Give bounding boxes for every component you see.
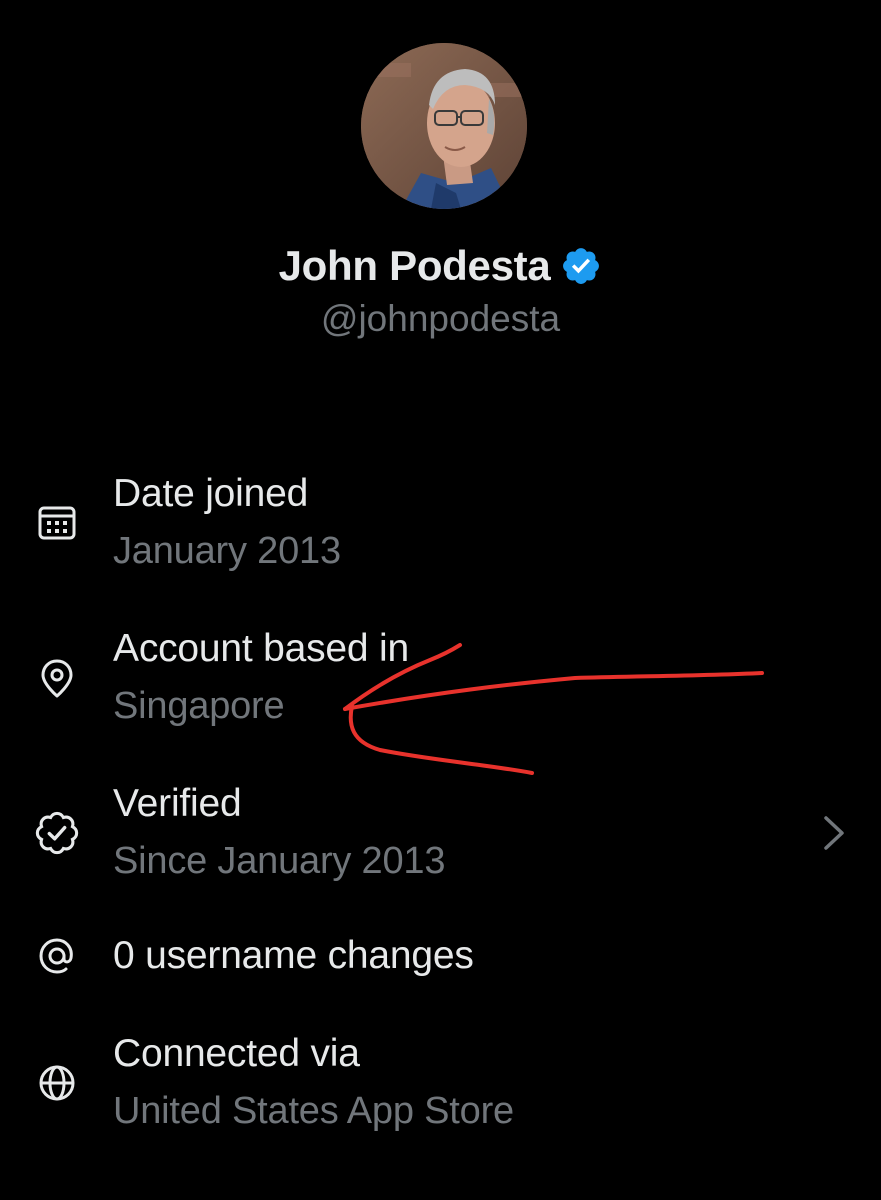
display-name: John Podesta: [278, 242, 551, 289]
calendar-icon: [34, 500, 80, 546]
username-changes-label: 0 username changes: [113, 934, 474, 977]
verified-label: Verified: [113, 782, 242, 825]
account-info-screen: John Podesta @johnpodesta Date joined Ja…: [0, 0, 881, 1200]
globe-icon: [34, 1060, 80, 1106]
handle: @johnpodesta: [320, 298, 561, 339]
account-based-in-label: Account based in: [113, 627, 410, 670]
avatar-photo: [361, 43, 527, 209]
verified-value: Since January 2013: [113, 840, 446, 882]
verified-seal-icon: [34, 810, 80, 856]
date-joined-label: Date joined: [113, 472, 309, 515]
avatar[interactable]: [361, 43, 527, 209]
chevron-right-icon[interactable]: [818, 810, 852, 856]
verified-badge-icon[interactable]: [560, 245, 602, 287]
date-joined-value: January 2013: [113, 530, 341, 572]
at-sign-icon: [34, 933, 80, 979]
connected-via-value: United States App Store: [113, 1090, 514, 1132]
account-based-in-value: Singapore: [113, 685, 285, 727]
name-row: John Podesta: [0, 236, 881, 296]
location-pin-icon: [34, 655, 80, 701]
connected-via-label: Connected via: [113, 1032, 360, 1075]
